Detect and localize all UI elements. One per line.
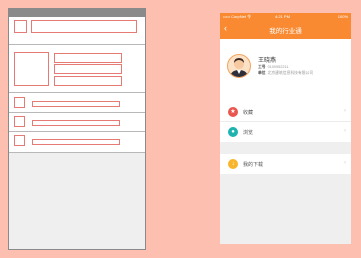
wire-icon-box xyxy=(14,97,25,108)
wire-label-box xyxy=(32,139,120,145)
menu-item-favorites[interactable]: ★ 收藏 › xyxy=(220,102,351,122)
wire-back-button xyxy=(14,20,27,33)
wire-divider xyxy=(9,152,145,153)
phone-screen: ••••• CorpNet 令 4:21 PM 100% ‹ 我的行业通 王晓燕… xyxy=(220,13,351,244)
user-company-line: 单位 北京建筑信息科技有限公司 xyxy=(258,71,313,76)
user-name: 王晓燕 xyxy=(258,58,277,64)
carrier-signal: ••••• CorpNet 令 xyxy=(223,14,252,19)
status-time: 4:21 PM xyxy=(275,14,290,19)
battery-level: 100% xyxy=(337,14,348,19)
user-company-value: 北京建筑信息科技有限公司 xyxy=(267,71,314,75)
menu-item-label: 浏览 xyxy=(243,130,254,136)
wire-name-box xyxy=(54,53,122,63)
wire-avatar-box xyxy=(14,52,49,86)
history-icon: ● xyxy=(228,127,238,137)
wire-divider xyxy=(9,131,145,132)
chevron-right-icon: › xyxy=(344,160,346,166)
wire-status-bar xyxy=(9,9,145,17)
user-company-label: 单位 xyxy=(258,71,266,75)
wire-id-box xyxy=(54,64,122,74)
menu-group-1: ★ 收藏 › ● 浏览 › xyxy=(220,102,351,142)
wireframe-sketch xyxy=(8,8,146,250)
wire-menu-panel xyxy=(9,93,145,152)
wire-title-box xyxy=(31,20,137,33)
menu-group-2: ↓ 我的下载 › xyxy=(220,154,351,174)
chevron-right-icon: › xyxy=(344,108,346,114)
wire-company-box xyxy=(54,76,122,86)
chevron-right-icon: › xyxy=(344,128,346,134)
user-id-label: 工号 xyxy=(258,65,266,69)
wire-label-box xyxy=(32,120,120,126)
page-title: 我的行业通 xyxy=(269,28,302,35)
profile-card[interactable]: 王晓燕 工号 0100952211 单位 北京建筑信息科技有限公司 xyxy=(220,39,351,107)
user-avatar-icon xyxy=(227,54,251,78)
wire-icon-box xyxy=(14,135,25,146)
wire-label-box xyxy=(32,101,120,107)
nav-header: ••••• CorpNet 令 4:21 PM 100% ‹ 我的行业通 xyxy=(220,13,351,39)
favorites-icon: ★ xyxy=(228,107,238,117)
menu-item-history[interactable]: ● 浏览 › xyxy=(220,122,351,142)
wire-divider xyxy=(9,112,145,113)
menu-item-downloads[interactable]: ↓ 我的下载 › xyxy=(220,154,351,174)
wire-icon-box xyxy=(14,116,25,127)
menu-item-label: 我的下载 xyxy=(243,162,264,168)
user-id-line: 工号 0100952211 xyxy=(258,65,288,70)
download-icon: ↓ xyxy=(228,159,238,169)
wire-profile-panel xyxy=(9,45,145,92)
menu-item-label: 收藏 xyxy=(243,110,254,116)
wire-header-panel xyxy=(9,17,145,44)
user-id-value: 0100952211 xyxy=(267,65,289,69)
